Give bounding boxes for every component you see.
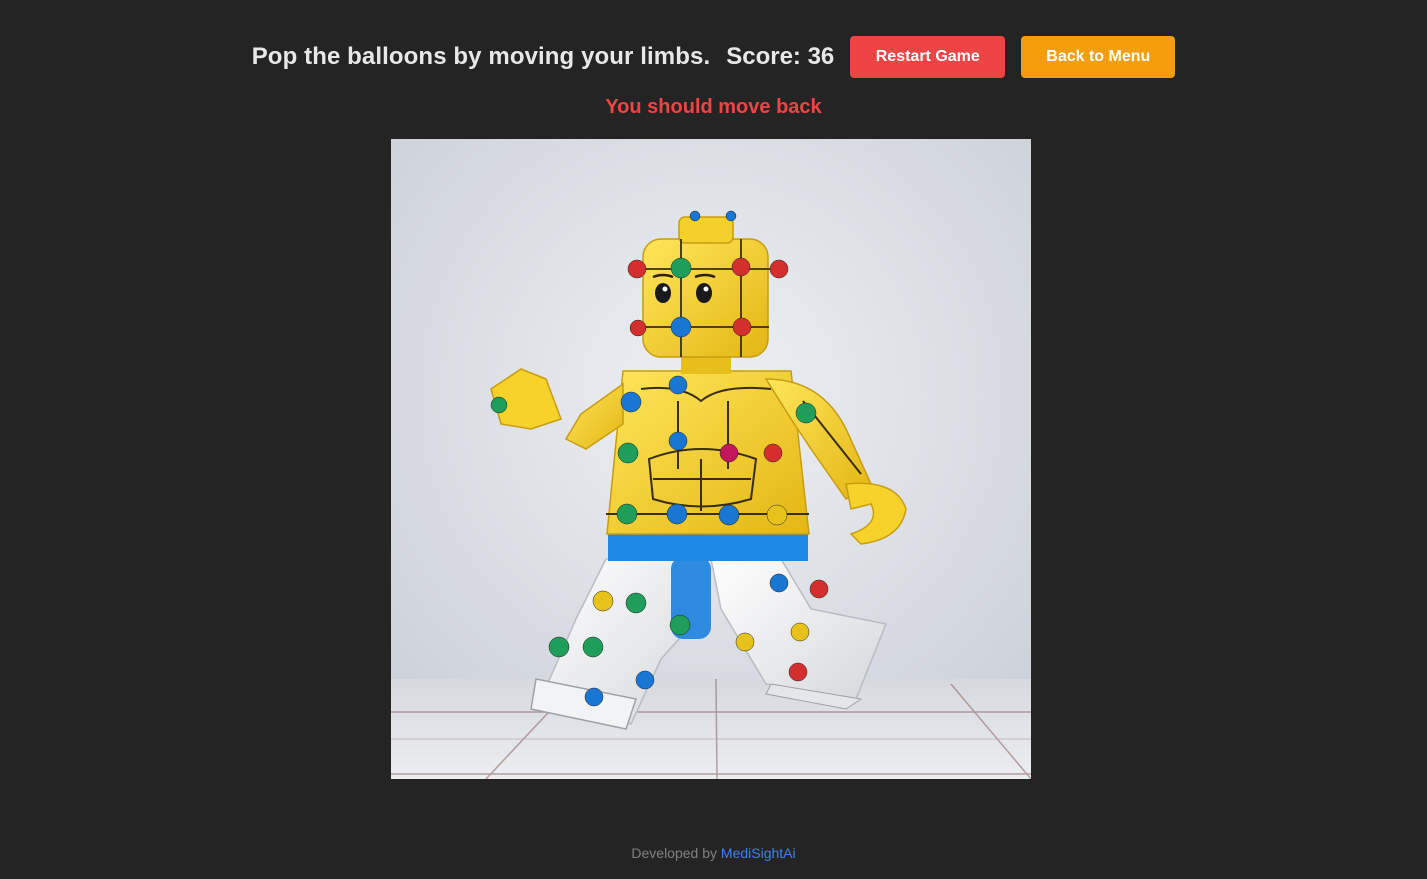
position-warning: You should move back bbox=[605, 96, 822, 118]
camera-canvas bbox=[391, 139, 1031, 779]
footer-credit: Developed by MediSightAi bbox=[0, 845, 1427, 861]
instructions-text: Pop the balloons by moving your limbs. bbox=[251, 43, 711, 70]
score-display: Score: 36 bbox=[726, 43, 835, 70]
game-header: Pop the balloons by moving your limbs. S… bbox=[0, 36, 1427, 78]
restart-game-button[interactable]: Restart Game bbox=[850, 36, 1006, 78]
brand-link[interactable]: MediSightAi bbox=[721, 845, 796, 861]
figure-illustration bbox=[391, 139, 1031, 779]
back-to-menu-button[interactable]: Back to Menu bbox=[1021, 36, 1176, 78]
footer-prefix: Developed by bbox=[631, 845, 718, 861]
